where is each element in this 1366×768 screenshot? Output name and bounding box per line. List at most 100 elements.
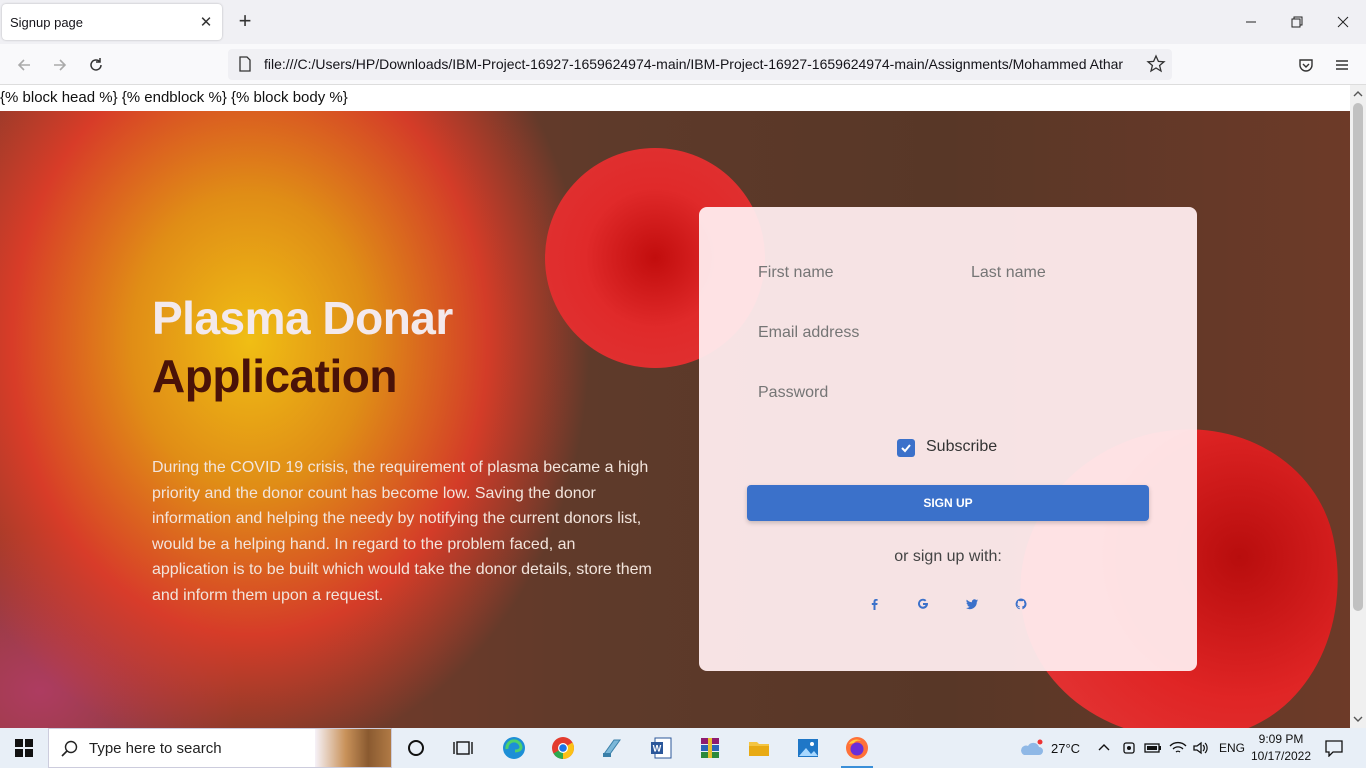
tray-meet-now[interactable] <box>1121 728 1137 768</box>
facebook-icon <box>871 599 878 610</box>
device-icon <box>1123 742 1135 754</box>
winrar-icon <box>701 738 719 758</box>
taskbar-app-word[interactable]: W <box>639 728 683 768</box>
notification-icon <box>1325 740 1343 757</box>
pocket-button[interactable] <box>1293 52 1319 78</box>
windows-logo-icon <box>15 739 33 757</box>
input-language[interactable]: ENG <box>1219 728 1245 768</box>
minimize-icon <box>1246 21 1256 23</box>
page-content: {% block head %} {% endblock %} {% block… <box>0 85 1350 728</box>
hamburger-menu-icon <box>1336 60 1348 70</box>
task-view-button[interactable] <box>441 728 485 768</box>
taskbar-app-winrar[interactable] <box>688 728 732 768</box>
hero-section: Plasma Donar Application During the COVI… <box>0 111 1350 728</box>
tray-wifi[interactable] <box>1169 728 1187 768</box>
notification-center-button[interactable] <box>1324 728 1344 768</box>
task-view-icon <box>453 741 473 755</box>
minimize-button[interactable] <box>1228 0 1274 44</box>
twitter-icon <box>966 599 978 610</box>
taskbar-app-edge[interactable] <box>492 728 536 768</box>
word-icon: W <box>651 737 672 759</box>
twitter-button[interactable] <box>964 596 980 612</box>
vertical-scrollbar[interactable] <box>1350 85 1366 728</box>
password-field[interactable] <box>758 381 1148 405</box>
tray-battery[interactable] <box>1144 728 1162 768</box>
taskbar-app-firefox[interactable] <box>835 728 879 768</box>
scroll-up-icon[interactable] <box>1350 87 1366 101</box>
notepad-icon <box>603 739 621 757</box>
reload-icon <box>90 58 102 71</box>
search-icon <box>61 740 78 757</box>
wifi-icon <box>1169 741 1187 753</box>
folder-icon <box>749 742 769 756</box>
taskbar-app-notepad[interactable] <box>590 728 634 768</box>
bookmark-star-icon[interactable] <box>1146 54 1166 74</box>
close-window-button[interactable] <box>1320 0 1366 44</box>
page-icon <box>239 56 251 72</box>
scrollbar-thumb[interactable] <box>1353 103 1363 611</box>
taskbar-app-photos[interactable] <box>786 728 830 768</box>
subscribe-checkbox[interactable] <box>897 439 915 457</box>
or-sign-up-text: or sign up with: <box>894 548 1002 565</box>
language-label: ENG <box>1219 741 1246 755</box>
firefox-icon <box>846 737 868 759</box>
scroll-down-icon[interactable] <box>1350 712 1366 726</box>
template-text: {% block head %} {% endblock %} {% block… <box>0 89 348 106</box>
google-button[interactable] <box>915 596 931 612</box>
github-button[interactable] <box>1013 596 1029 612</box>
heading-line-1: Plasma Donar <box>152 292 453 344</box>
google-icon <box>918 598 928 609</box>
restore-button[interactable] <box>1274 0 1320 44</box>
search-highlight-image <box>315 729 391 767</box>
taskbar-search[interactable]: Type here to search <box>48 728 392 768</box>
url-text[interactable]: file:///C:/Users/HP/Downloads/IBM-Projec… <box>264 56 1140 74</box>
taskbar-app-file-explorer[interactable] <box>737 728 781 768</box>
back-arrow-icon <box>17 59 30 71</box>
first-name-field[interactable] <box>758 261 948 285</box>
show-hidden-icons-button[interactable] <box>1096 728 1112 768</box>
clock-time: 9:09 PM <box>1258 732 1304 746</box>
tab-title: Signup page <box>10 14 84 30</box>
weather-widget[interactable]: 27°C <box>1018 728 1080 768</box>
reload-button[interactable] <box>83 52 109 78</box>
description-text: During the COVID 19 crisis, the requirem… <box>152 459 652 604</box>
weather-temperature: 27°C <box>1051 740 1081 756</box>
subscribe-label[interactable]: Subscribe <box>926 438 997 456</box>
forward-button[interactable] <box>47 52 73 78</box>
cloud-icon <box>1021 739 1043 755</box>
battery-icon <box>1144 743 1161 753</box>
cortana-button[interactable] <box>394 728 438 768</box>
search-placeholder: Type here to search <box>89 739 222 757</box>
github-icon <box>1015 598 1027 610</box>
tray-volume[interactable] <box>1192 728 1210 768</box>
taskbar: Type here to search W 27°C ENG 9:09 PM 1… <box>0 728 1366 768</box>
photos-icon <box>798 739 818 757</box>
volume-icon <box>1193 741 1208 755</box>
system-clock[interactable]: 9:09 PM 10/17/2022 <box>1250 731 1312 765</box>
signup-card: Subscribe SIGN UP or sign up with: <box>699 207 1197 671</box>
close-icon <box>1337 16 1349 28</box>
clock-date: 10/17/2022 <box>1250 749 1312 763</box>
taskbar-app-chrome[interactable] <box>541 728 585 768</box>
facebook-button[interactable] <box>866 596 882 612</box>
start-button[interactable] <box>0 728 48 768</box>
menu-button[interactable] <box>1329 52 1355 78</box>
new-tab-button[interactable]: + <box>234 10 256 32</box>
tab-signup-page[interactable]: Signup page ✕ <box>2 4 222 40</box>
last-name-field[interactable] <box>971 261 1161 285</box>
signup-button[interactable]: SIGN UP <box>747 485 1149 521</box>
pocket-icon <box>1299 59 1313 72</box>
edge-icon <box>503 737 525 759</box>
back-button[interactable] <box>11 52 37 78</box>
cortana-icon <box>408 740 424 756</box>
chrome-icon <box>552 737 574 759</box>
email-field[interactable] <box>758 321 1148 345</box>
forward-arrow-icon <box>54 59 67 71</box>
tab-close-icon[interactable]: ✕ <box>198 13 214 31</box>
chevron-up-icon <box>1098 744 1110 751</box>
tab-bar: Signup page ✕ + <box>0 0 1366 44</box>
svg-text:W: W <box>653 744 662 754</box>
address-bar[interactable]: file:///C:/Users/HP/Downloads/IBM-Projec… <box>228 49 1172 80</box>
heading-line-2: Application <box>152 350 397 402</box>
restore-icon <box>1291 16 1303 28</box>
